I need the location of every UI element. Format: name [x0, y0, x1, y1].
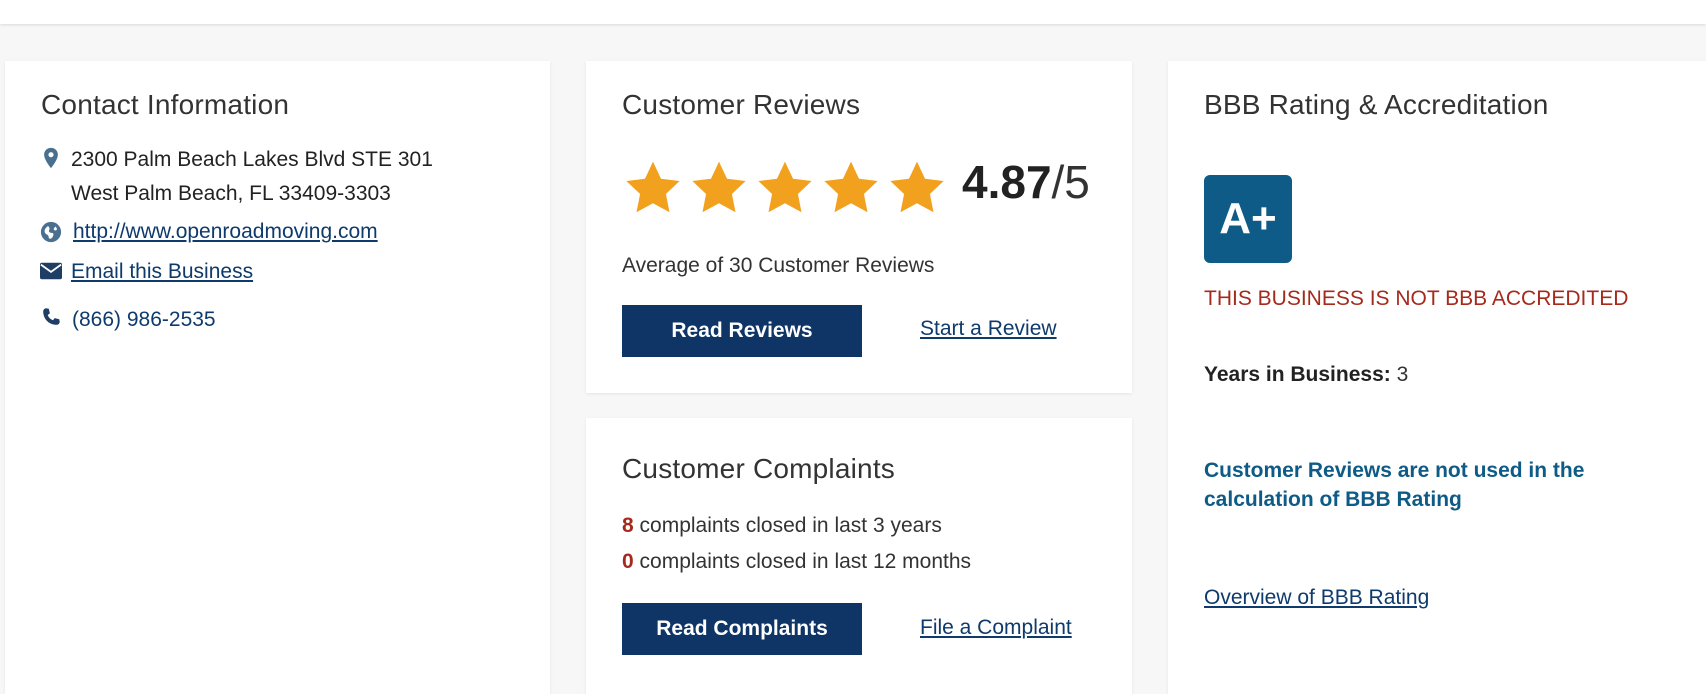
bbb-grade-badge: A+ [1204, 175, 1292, 263]
phone-row: (866) 986-2535 [40, 306, 216, 334]
rating-out-of: /5 [1051, 156, 1090, 208]
read-complaints-button[interactable]: Read Complaints [622, 603, 862, 655]
read-reviews-button[interactable]: Read Reviews [622, 305, 862, 357]
rating-note: Customer Reviews are not used in the cal… [1204, 459, 1585, 511]
complaints-3yr-text: complaints closed in last 3 years [633, 514, 942, 537]
star-icon [692, 161, 746, 213]
address-line-2: West Palm Beach, FL 33409-3303 [71, 182, 391, 205]
star-icon [824, 161, 878, 213]
star-icon [758, 161, 812, 213]
rating-value: 4.87 [962, 156, 1052, 208]
years-in-business: Years in Business: 3 [1204, 363, 1408, 387]
years-value: 3 [1390, 363, 1409, 386]
complaints-3yr-count: 8 [622, 514, 634, 537]
rating-card-title: BBB Rating & Accreditation [1204, 89, 1549, 120]
address-row: 2300 Palm Beach Lakes Blvd STE 301 West … [40, 143, 433, 211]
email-row: Email this Business [40, 258, 253, 286]
contact-information-card: Contact Information 2300 Palm Beach Lake… [5, 61, 550, 694]
contact-card-title: Contact Information [41, 89, 290, 120]
complaints-12mo-count: 0 [622, 550, 634, 573]
top-bar [0, 0, 1706, 24]
customer-reviews-card: Customer Reviews 4.87/5 Average of 30 Cu… [586, 61, 1132, 393]
complaints-3yr-line: 8 complaints closed in last 3 years [622, 514, 942, 538]
customer-complaints-card: Customer Complaints 8 complaints closed … [586, 418, 1132, 694]
bbb-rating-card: BBB Rating & Accreditation A+ THIS BUSIN… [1168, 61, 1706, 694]
complaints-card-title: Customer Complaints [622, 453, 895, 484]
globe-icon [40, 221, 62, 243]
phone-link[interactable]: (866) 986-2535 [72, 306, 216, 334]
complaints-12mo-line: 0 complaints closed in last 12 months [622, 550, 971, 574]
overview-rating-link[interactable]: Overview of BBB Rating [1204, 586, 1429, 610]
complaints-12mo-text: complaints closed in last 12 months [633, 550, 972, 573]
star-icon [626, 161, 680, 213]
website-row: http://www.openroadmoving.com [40, 218, 378, 246]
years-label: Years in Business: [1204, 363, 1391, 386]
location-pin-icon [40, 147, 62, 169]
start-review-link[interactable]: Start a Review [920, 317, 1057, 341]
rating-score: 4.87/5 [962, 155, 1090, 209]
address-line-1: 2300 Palm Beach Lakes Blvd STE 301 [71, 148, 433, 171]
email-business-link[interactable]: Email this Business [71, 258, 253, 286]
star-icon [890, 161, 944, 213]
reviews-average-text: Average of 30 Customer Reviews [622, 254, 935, 277]
accreditation-status: THIS BUSINESS IS NOT BBB ACCREDITED [1204, 287, 1629, 310]
phone-icon [40, 306, 62, 328]
envelope-icon [40, 262, 62, 280]
star-rating [622, 157, 948, 219]
website-link[interactable]: http://www.openroadmoving.com [73, 218, 378, 246]
reviews-card-title: Customer Reviews [622, 89, 861, 120]
file-complaint-link[interactable]: File a Complaint [920, 616, 1072, 640]
